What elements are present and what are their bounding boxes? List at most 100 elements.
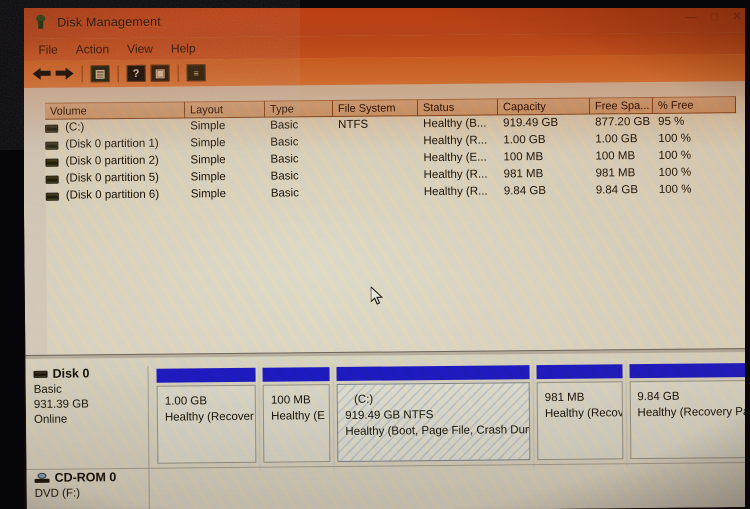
cell-free-space: 100 MB: [595, 150, 636, 163]
disk-name: Disk 0: [52, 366, 90, 381]
partition-details: 100 MB Healthy (E: [262, 384, 331, 463]
disk-entry-disk-0[interactable]: Disk 0 Basic 931.39 GB Online 1.00 GB Healthy…: [25, 360, 750, 472]
cell-layout: Simple: [190, 120, 226, 133]
disk-state: Online: [33, 413, 68, 426]
graphical-view-pane: Disk 0 Basic 931.39 GB Online 1.00 GB Healthy…: [25, 351, 750, 509]
partition-block[interactable]: 981 MB Healthy (Recove: [533, 361, 628, 469]
cell-free-space: 9.84 GB: [595, 184, 639, 197]
drive-icon: [45, 158, 59, 167]
disk-info: CD-ROM 0 DVD (F:): [34, 470, 144, 500]
cell-type: Basic: [270, 136, 299, 149]
disk-management-window: Disk Management — □ ✕ File Action View H…: [22, 0, 750, 509]
partition-size: 919.49 GB NTFS: [345, 409, 434, 422]
back-arrow-icon[interactable]: [32, 66, 51, 82]
partition-block[interactable]: 9.84 GB Healthy (Recovery Partit: [626, 360, 750, 467]
partition-status: Healthy (Recovery Partit: [637, 405, 750, 420]
rescan-disks-icon[interactable]: ≡: [186, 64, 206, 82]
volume-list-rows: (C:) Simple Basic NTFS Healthy (B... 919.49 G…: [45, 113, 750, 205]
column-header-status[interactable]: Status: [417, 98, 499, 117]
menu-item-help[interactable]: Help: [171, 41, 196, 55]
cell-file-system: [339, 167, 418, 168]
disk-kind: DVD (F:): [34, 487, 81, 500]
cell-type: Basic: [270, 153, 299, 166]
cell-capacity: 1.00 GB: [503, 133, 546, 147]
partition-status: Healthy (Boot, Page File, Crash Dum: [345, 424, 531, 438]
column-header-type[interactable]: Type: [264, 100, 334, 118]
properties-icon[interactable]: ▣: [150, 64, 170, 82]
cell-capacity: 100 MB: [503, 151, 544, 164]
cell-percent-free: 100 %: [658, 132, 691, 145]
drive-icon: [45, 124, 59, 133]
cell-status: Healthy (R...: [423, 134, 488, 148]
volume-list-pane: Volume Layout Type File System Status Capacit…: [44, 95, 750, 355]
partition-strip: 1.00 GB Healthy (Recover 100 MB Healthy (E (…: [153, 360, 750, 472]
cell-free-space: 1.00 GB: [595, 133, 638, 146]
partition-label: (C:): [354, 393, 374, 406]
cell-type: Basic: [270, 187, 299, 200]
partition-status: Healthy (Recover: [164, 410, 254, 424]
cell-volume: (Disk 0 partition 5): [65, 171, 160, 185]
menu-item-file[interactable]: File: [38, 43, 57, 57]
partition-color-bar: [536, 364, 623, 380]
cell-layout: Simple: [190, 188, 227, 201]
show-hide-console-tree-icon[interactable]: ▤: [90, 65, 110, 83]
cell-capacity: 981 MB: [503, 168, 544, 181]
partition-color-bar: [156, 367, 256, 383]
partition-details: (C:) 919.49 GB NTFS Healthy (Boot, Page Fi…: [336, 382, 531, 462]
partition-status: Healthy (Recove: [544, 407, 623, 420]
partition-color-bar: [336, 365, 530, 381]
cell-type: Basic: [270, 119, 299, 132]
partition-color-bar: [629, 362, 750, 379]
partition-block[interactable]: 1.00 GB Healthy (Recover: [153, 364, 261, 472]
column-header-free-spa[interactable]: Free Spa...: [589, 96, 654, 115]
cell-free-space: 877.20 GB: [595, 115, 651, 129]
partition-block[interactable]: 100 MB Healthy (E: [259, 364, 335, 471]
cell-volume: (Disk 0 partition 2): [65, 154, 159, 168]
photo-bezel-right: [745, 0, 750, 509]
cdrom-icon: [34, 472, 50, 483]
cell-free-space: 981 MB: [595, 167, 636, 180]
menu-item-action[interactable]: Action: [76, 42, 109, 56]
cell-status: Healthy (E...: [423, 151, 487, 165]
partition-size: 1.00 GB: [164, 395, 208, 408]
column-header-capacity[interactable]: Capacity: [497, 97, 591, 116]
cell-type: Basic: [270, 170, 299, 183]
cell-file-system: [339, 184, 418, 185]
cell-file-system: [338, 133, 417, 134]
menu-item-view[interactable]: View: [127, 42, 153, 56]
disk-kind: Basic: [33, 383, 62, 396]
forward-arrow-icon[interactable]: [55, 66, 74, 82]
cell-percent-free: 95 %: [658, 115, 685, 128]
disk-entry-cd-rom-0[interactable]: CD-ROM 0 DVD (F:): [26, 464, 750, 509]
column-header-layout[interactable]: Layout: [184, 100, 266, 119]
column-header-free[interactable]: % Free: [652, 96, 737, 114]
cell-volume: (Disk 0 partition 6): [65, 188, 160, 202]
cell-status: Healthy (B...: [423, 117, 487, 131]
maximize-button[interactable]: □: [711, 9, 718, 23]
cell-volume: (C:): [65, 121, 85, 134]
hard-disk-icon: [33, 370, 48, 378]
cell-capacity: 9.84 GB: [503, 184, 547, 198]
help-icon[interactable]: ?: [126, 64, 146, 82]
partition-details: 1.00 GB Healthy (Recover: [156, 384, 257, 464]
close-button[interactable]: ✕: [732, 9, 742, 23]
photo-bezel-top: [0, 0, 750, 8]
disk-name: CD-ROM 0: [54, 470, 117, 485]
monitor-screen: Disk Management — □ ✕ File Action View H…: [22, 0, 750, 509]
partition-size: 981 MB: [544, 391, 585, 404]
disk-info-divider: [147, 365, 150, 470]
partition-status: Healthy (E: [271, 410, 325, 423]
column-header-volume[interactable]: Volume: [44, 101, 186, 120]
drive-icon: [45, 192, 59, 201]
mouse-pointer: [370, 286, 384, 305]
drive-icon: [45, 175, 59, 184]
photo-of-monitor: Disk Management — □ ✕ File Action View H…: [0, 0, 750, 509]
minimize-button[interactable]: —: [685, 9, 697, 23]
drive-icon: [45, 141, 59, 150]
column-header-file-system[interactable]: File System: [332, 99, 419, 118]
partition-block[interactable]: (C:) 919.49 GB NTFS Healthy (Boot, Page Fi…: [333, 362, 535, 471]
cell-status: Healthy (R...: [423, 185, 488, 199]
cell-layout: Simple: [190, 154, 226, 167]
cell-file-system: NTFS: [338, 118, 369, 131]
cell-layout: Simple: [190, 171, 226, 184]
